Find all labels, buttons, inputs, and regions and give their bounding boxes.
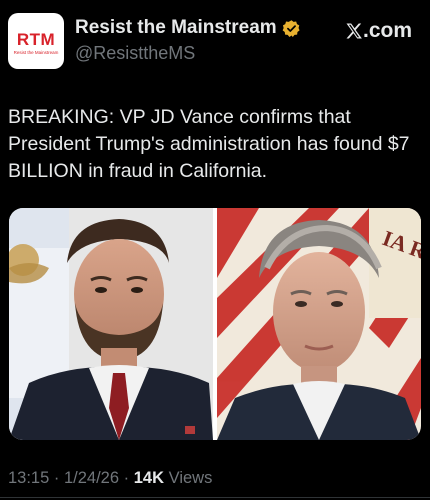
avatar-logo-subtext: Resist the Mainstream xyxy=(13,50,59,55)
author-display-name[interactable]: Resist the Mainstream xyxy=(75,17,277,39)
x-logo-icon xyxy=(346,23,362,39)
tweet-screenshot: RTM Resist the Mainstream Resist the Mai… xyxy=(0,0,430,500)
meta-separator: · xyxy=(123,469,130,487)
verified-badge-icon[interactable] xyxy=(282,19,301,38)
post-time[interactable]: 13:15 xyxy=(8,469,49,487)
post-meta: 13:15 · 1/24/26 · 14K Views xyxy=(8,469,212,488)
author-handle[interactable]: @ResisttheMS xyxy=(75,43,195,64)
media-composite-photo: IA RE xyxy=(9,208,421,440)
avatar[interactable]: RTM Resist the Mainstream xyxy=(8,13,64,69)
source-domain-text: .com xyxy=(362,19,412,42)
views-count: 14K xyxy=(133,469,165,487)
source-label: .com xyxy=(345,19,412,43)
avatar-logo-text: RTM xyxy=(16,30,56,49)
views-label: Views xyxy=(168,469,213,487)
meta-separator: · xyxy=(53,469,60,487)
left-photo-panel xyxy=(9,208,213,440)
post-text: BREAKING: VP JD Vance confirms that Pres… xyxy=(8,106,410,182)
post-media-image[interactable]: IA RE xyxy=(9,208,421,440)
post-date[interactable]: 1/24/26 xyxy=(64,469,119,487)
right-photo-panel: IA RE xyxy=(217,208,421,440)
bottom-divider xyxy=(0,497,430,498)
author-name-row[interactable]: Resist the Mainstream xyxy=(75,17,301,39)
